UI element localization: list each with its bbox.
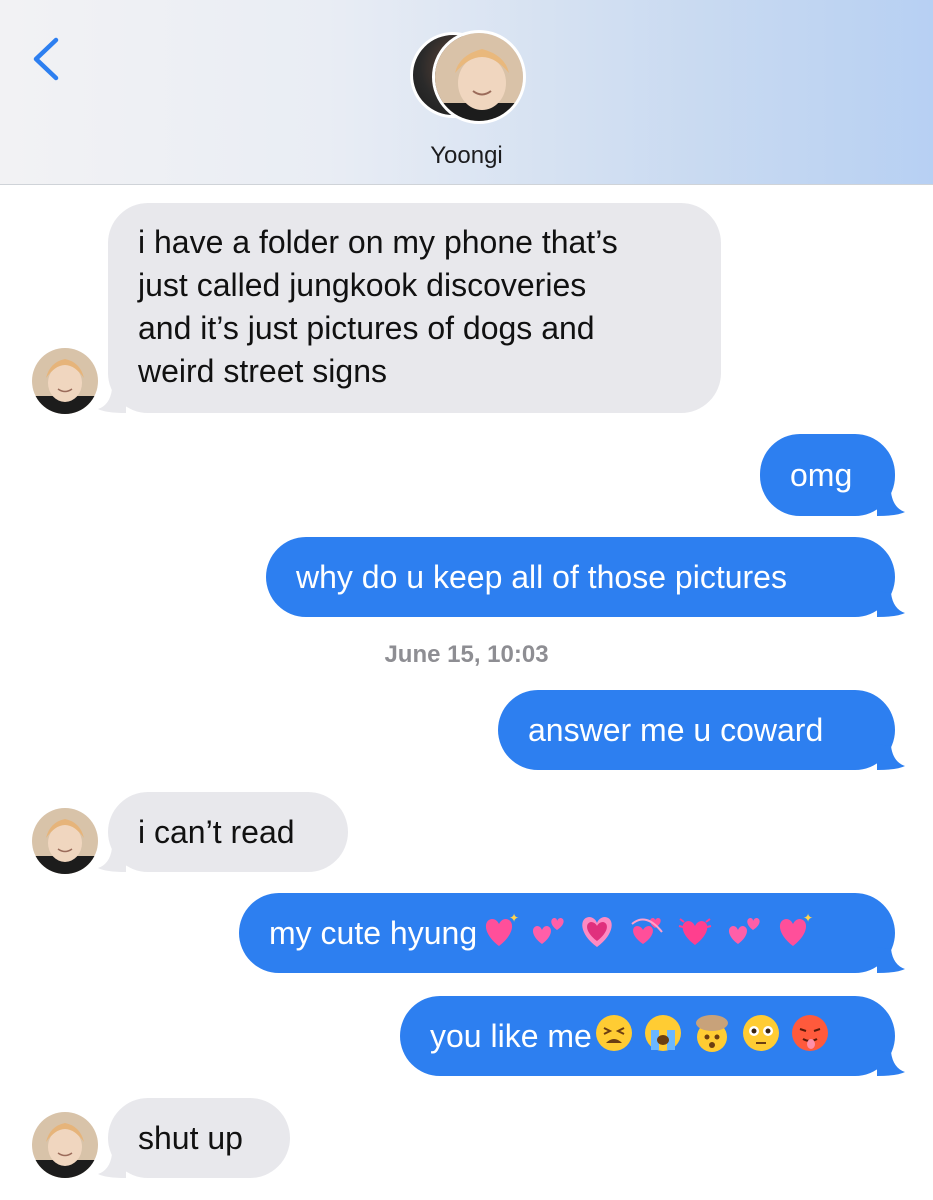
message-bubble-outgoing[interactable]: you like me <box>400 996 905 1076</box>
message-timestamp: June 15, 10:03 <box>384 641 549 668</box>
hot-face-icon <box>790 1013 830 1053</box>
svg-text:✦: ✦ <box>509 911 519 925</box>
message-text: my cute hyung <box>269 915 478 951</box>
sender-avatar[interactable] <box>32 1112 98 1178</box>
avatar-front-photo <box>432 30 526 124</box>
message-text: why do u keep all of those pictures <box>296 559 787 595</box>
message-line: and it’s just pictures of dogs and <box>138 310 595 346</box>
message-bubble-outgoing[interactable]: answer me u coward <box>498 690 905 770</box>
sender-avatar[interactable] <box>32 808 98 874</box>
sparkling-heart-icon: ✦ <box>479 910 519 950</box>
chevron-left-icon <box>33 37 59 81</box>
conversation-header: Yoongi <box>0 0 933 185</box>
message-text: you like me <box>430 1018 592 1054</box>
flushed-face-icon <box>741 1013 781 1053</box>
message-line: just called jungkook discoveries <box>138 267 587 303</box>
message-text: answer me u coward <box>528 712 824 748</box>
message-text: i can’t read <box>138 814 295 850</box>
two-hearts-icon <box>528 910 568 950</box>
message-bubble-incoming[interactable]: shut up <box>98 1098 290 1178</box>
exploding-head-icon <box>692 1013 732 1053</box>
tired-face-icon <box>594 1013 634 1053</box>
back-button[interactable] <box>28 34 68 84</box>
message-text: omg <box>790 457 853 493</box>
message-bubble-outgoing[interactable]: why do u keep all of those pictures <box>266 537 905 617</box>
sender-avatar[interactable] <box>32 348 98 414</box>
message-line: i have a folder on my phone that’s <box>138 224 618 260</box>
contact-avatar[interactable] <box>410 30 526 126</box>
message-bubble-incoming[interactable]: i can’t read <box>98 792 348 872</box>
revolving-hearts-icon <box>626 910 666 950</box>
message-bubble-outgoing[interactable]: omg <box>760 434 905 516</box>
message-line: weird street signs <box>138 353 387 389</box>
sparkling-heart-icon: ✦ <box>773 910 813 950</box>
growing-heart-icon <box>577 910 617 950</box>
loudly-crying-face-icon <box>643 1013 683 1053</box>
contact-name[interactable]: Yoongi <box>0 142 933 170</box>
message-bubble-incoming[interactable]: i have a folder on my phone that’s just … <box>98 203 721 413</box>
beating-heart-icon <box>675 910 715 950</box>
two-hearts-icon <box>724 910 764 950</box>
message-text: shut up <box>138 1120 243 1156</box>
svg-text:✦: ✦ <box>803 911 813 925</box>
message-bubble-outgoing[interactable]: my cute hyung ✦ ✦ <box>239 893 905 973</box>
